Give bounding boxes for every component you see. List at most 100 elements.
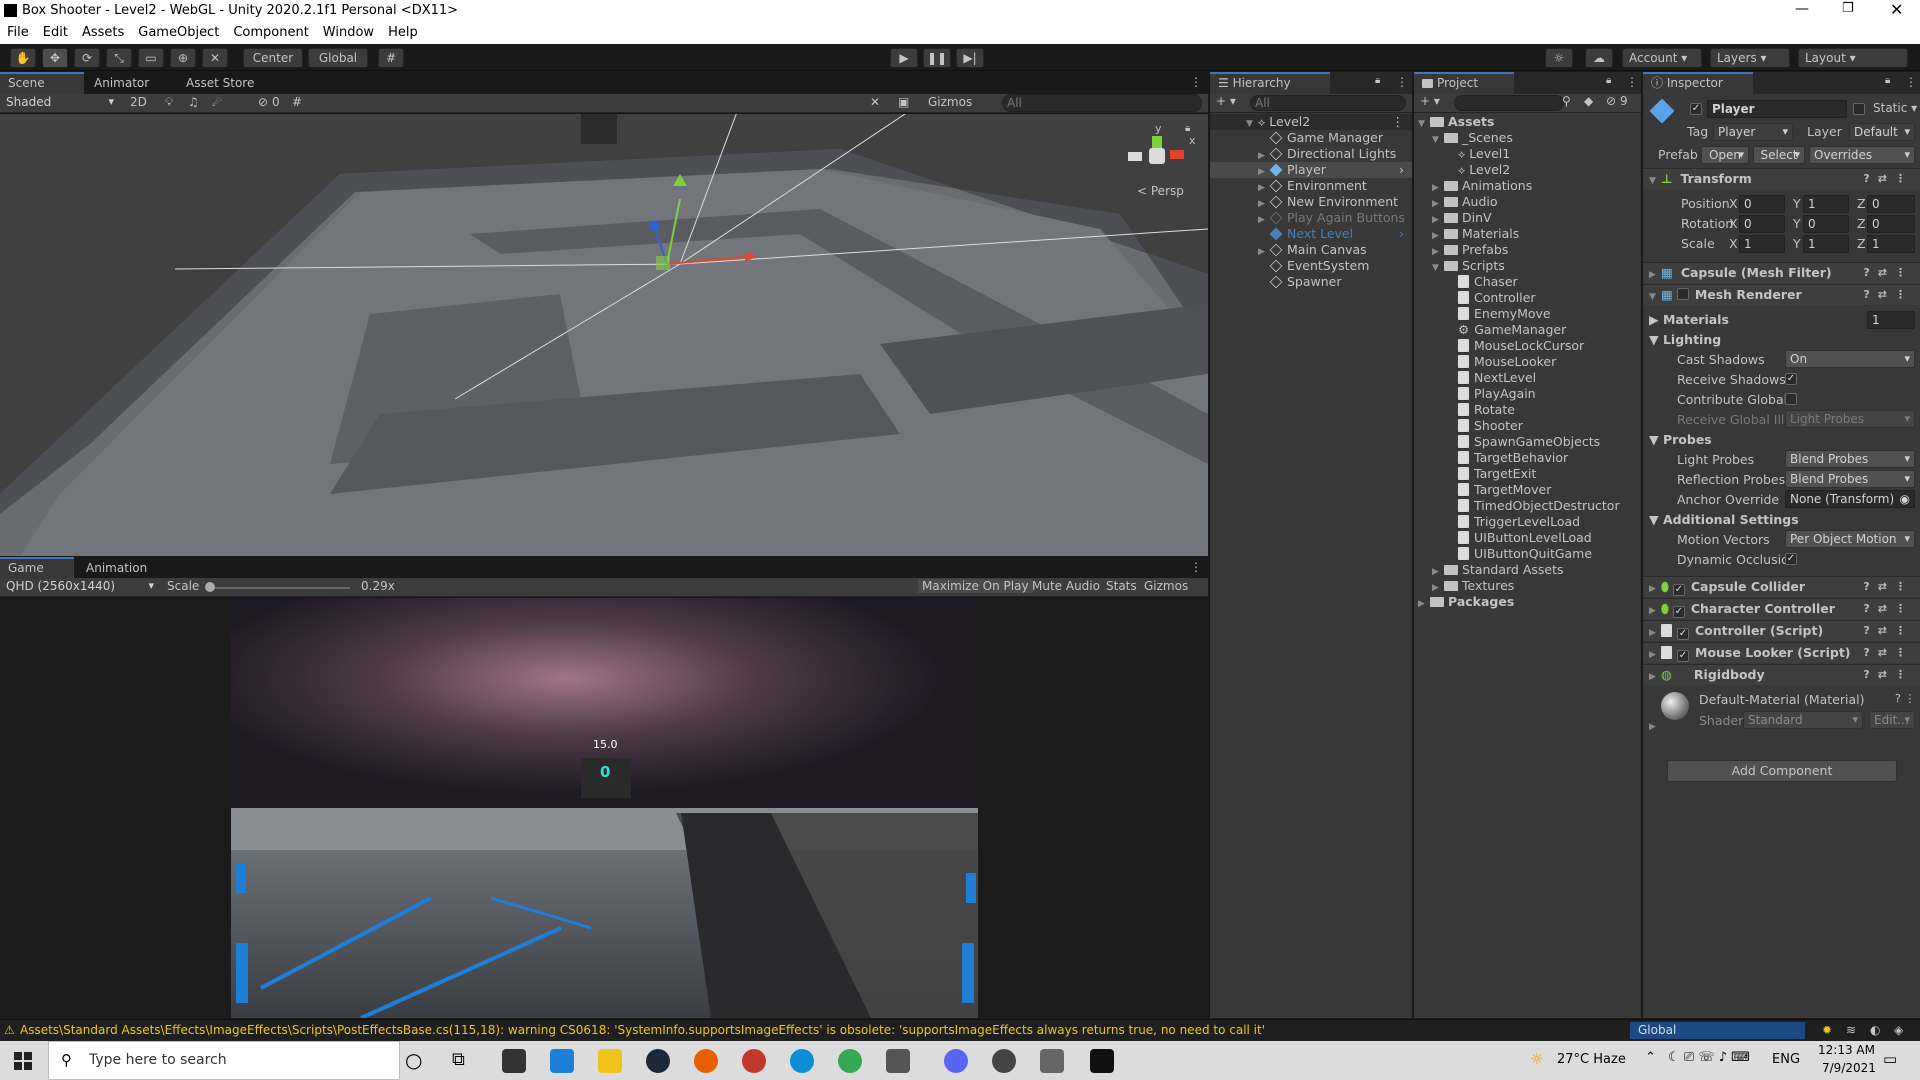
minimize-icon[interactable]: —: [1795, 1, 1809, 17]
scene-viewport[interactable]: y x < Persp 🔒︎: [0, 114, 1208, 556]
lighting-icon[interactable]: 💡︎: [165, 95, 173, 110]
anchor-override-field[interactable]: None (Transform) ◉: [1785, 490, 1915, 508]
hierarchy-item[interactable]: ▶ Directional Lights: [1258, 146, 1396, 162]
maximize-icon[interactable]: ❐: [1842, 1, 1854, 16]
menu-file[interactable]: File: [0, 23, 36, 40]
steam-icon[interactable]: [646, 1049, 670, 1073]
component-header-icons[interactable]: ?⇄⋮: [1863, 577, 1914, 597]
object-name-field[interactable]: Player: [1707, 100, 1847, 118]
scale-x-field[interactable]: 1: [1739, 235, 1785, 253]
scene-menu-icon[interactable]: ⋮: [1190, 75, 1202, 89]
task-view-icon[interactable]: ⧉: [452, 1049, 465, 1070]
auto-generate-icon[interactable]: ◈: [1894, 1020, 1903, 1040]
maximize-on-play-button[interactable]: Maximize On Play: [918, 579, 1033, 593]
resolution-dropdown[interactable]: QHD (2560x1440): [2, 578, 158, 596]
transform-tool-icon[interactable]: ⊕: [170, 48, 196, 68]
hierarchy-item[interactable]: Spawner: [1258, 274, 1342, 290]
clock-date[interactable]: 7/9/2021: [1822, 1061, 1876, 1075]
mute-audio-button[interactable]: Mute Audio: [1032, 579, 1100, 593]
rigidbody-component-header[interactable]: ▶ ◍ Rigidbody ?⇄⋮: [1643, 664, 1920, 685]
material-foldout-icon[interactable]: ▶: [1649, 722, 1656, 732]
tab-scene[interactable]: Scene: [0, 72, 84, 94]
taskbar-search-input[interactable]: ⚲ Type here to search: [48, 1041, 400, 1080]
project-script[interactable]: MouseLooker: [1458, 354, 1556, 370]
tab-project[interactable]: Project: [1414, 72, 1514, 94]
move-tool-icon[interactable]: ✥: [42, 48, 68, 68]
close-icon[interactable]: ✕: [1890, 0, 1903, 19]
menu-help[interactable]: Help: [381, 23, 425, 40]
collab-icon[interactable]: ☼: [1545, 48, 1573, 68]
component-header-icons[interactable]: ?⇄⋮: [1863, 263, 1914, 283]
component-header-icons[interactable]: ?⇄⋮: [1863, 621, 1914, 641]
hierarchy-item-inactive[interactable]: Next Level ›: [1258, 226, 1412, 242]
add-component-button[interactable]: Add Component: [1667, 760, 1897, 782]
settings-gear-icon[interactable]: [992, 1049, 1016, 1073]
tab-hierarchy[interactable]: ☰ Hierarchy: [1210, 72, 1330, 94]
tab-animation[interactable]: Animation: [78, 557, 168, 579]
project-script[interactable]: PlayAgain: [1458, 386, 1536, 402]
menu-edit[interactable]: Edit: [36, 23, 75, 40]
mouse-looker-checkbox[interactable]: ✓: [1677, 650, 1689, 662]
static-dropdown[interactable]: Static ▾: [1873, 101, 1917, 115]
shader-edit-button[interactable]: Edit...: [1869, 711, 1915, 729]
mode-2d-toggle[interactable]: 2D: [130, 95, 147, 109]
rotation-y-field[interactable]: 0: [1803, 215, 1849, 233]
layer-dropdown[interactable]: Default: [1849, 123, 1915, 141]
layers-dropdown[interactable]: Layers ▾: [1710, 48, 1790, 68]
inspector-lock-icon[interactable]: 🔒︎: [1885, 75, 1890, 86]
hierarchy-item[interactable]: ▶ Environment: [1258, 178, 1367, 194]
rect-tool-icon[interactable]: ▭: [138, 48, 164, 68]
file-explorer-icon[interactable]: [598, 1049, 622, 1073]
motion-vectors-dropdown[interactable]: Per Object Motion: [1785, 530, 1915, 548]
mail-icon[interactable]: [550, 1049, 574, 1073]
notifications-icon[interactable]: ▭: [1883, 1050, 1897, 1068]
component-header-icons[interactable]: ?⇄⋮: [1863, 599, 1914, 619]
project-packages-folder[interactable]: ▶ Packages: [1418, 594, 1514, 610]
component-header-icons[interactable]: ?⇄⋮: [1863, 169, 1914, 189]
project-script[interactable]: TargetExit: [1458, 466, 1536, 482]
tab-game[interactable]: Game: [0, 557, 74, 579]
lighting-foldout[interactable]: ▼ Lighting: [1649, 332, 1721, 347]
edge-icon[interactable]: [790, 1049, 814, 1073]
cloud-icon[interactable]: ☁: [1585, 48, 1613, 68]
probes-foldout[interactable]: ▼ Probes: [1649, 432, 1712, 447]
stats-button[interactable]: Stats: [1106, 579, 1137, 593]
scale-z-field[interactable]: 1: [1867, 235, 1915, 253]
console-warning-message[interactable]: Assets\Standard Assets\Effects\ImageEffe…: [20, 1020, 1620, 1040]
hand-tool-icon[interactable]: ✋: [10, 48, 36, 68]
chevron-up-icon[interactable]: ⌃: [1645, 1050, 1656, 1065]
discord-icon[interactable]: [944, 1049, 968, 1073]
project-folder[interactable]: ▼ Scripts: [1432, 258, 1505, 274]
mesh-renderer-checkbox[interactable]: [1676, 288, 1689, 300]
project-script[interactable]: ⚙ GameManager: [1458, 322, 1566, 338]
controller-script-checkbox[interactable]: ✓: [1677, 628, 1689, 640]
mouse-looker-component-header[interactable]: ▶ ✓ Mouse Looker (Script) ?⇄⋮: [1643, 642, 1920, 663]
pause-button[interactable]: ❚❚: [923, 48, 951, 68]
project-script[interactable]: Shooter: [1458, 418, 1523, 434]
active-checkbox[interactable]: ✓: [1690, 103, 1702, 115]
project-folder[interactable]: ▶ Animations: [1432, 178, 1532, 194]
hierarchy-search-input[interactable]: All: [1250, 95, 1406, 111]
game-render[interactable]: 15.0 0: [231, 598, 978, 1018]
menu-assets[interactable]: Assets: [75, 23, 131, 40]
tab-inspector[interactable]: ⓘ Inspector: [1643, 72, 1753, 94]
store-icon[interactable]: [502, 1049, 526, 1073]
tools-icon[interactable]: ✕: [870, 95, 880, 109]
hierarchy-item[interactable]: ▶ New Environment: [1258, 194, 1398, 210]
custom-tool-icon[interactable]: ✕: [202, 48, 228, 68]
rotation-x-field[interactable]: 0: [1739, 215, 1785, 233]
project-menu-icon[interactable]: ⋮: [1626, 75, 1638, 89]
grid-snap-icon[interactable]: #: [378, 48, 404, 68]
project-folder[interactable]: ▶ DinV: [1432, 210, 1492, 226]
gi-progress-bar[interactable]: Global Illumi...Preprocessing: [1630, 1022, 1805, 1054]
progress-icon[interactable]: ◐: [1870, 1020, 1880, 1040]
project-script[interactable]: UIButtonLevelLoad: [1458, 530, 1592, 546]
prefab-open-button[interactable]: Open: [1701, 146, 1749, 164]
project-lock-icon[interactable]: 🔒︎: [1606, 75, 1611, 86]
prefab-overrides-dropdown[interactable]: Overrides: [1809, 146, 1915, 164]
shader-dropdown[interactable]: Standard: [1743, 711, 1863, 729]
hierarchy-add-button[interactable]: + ▾: [1216, 94, 1236, 108]
scale-tool-icon[interactable]: ⤡: [106, 48, 132, 68]
project-script[interactable]: TargetBehavior: [1458, 450, 1568, 466]
hierarchy-lock-icon[interactable]: 🔒︎: [1375, 75, 1380, 86]
